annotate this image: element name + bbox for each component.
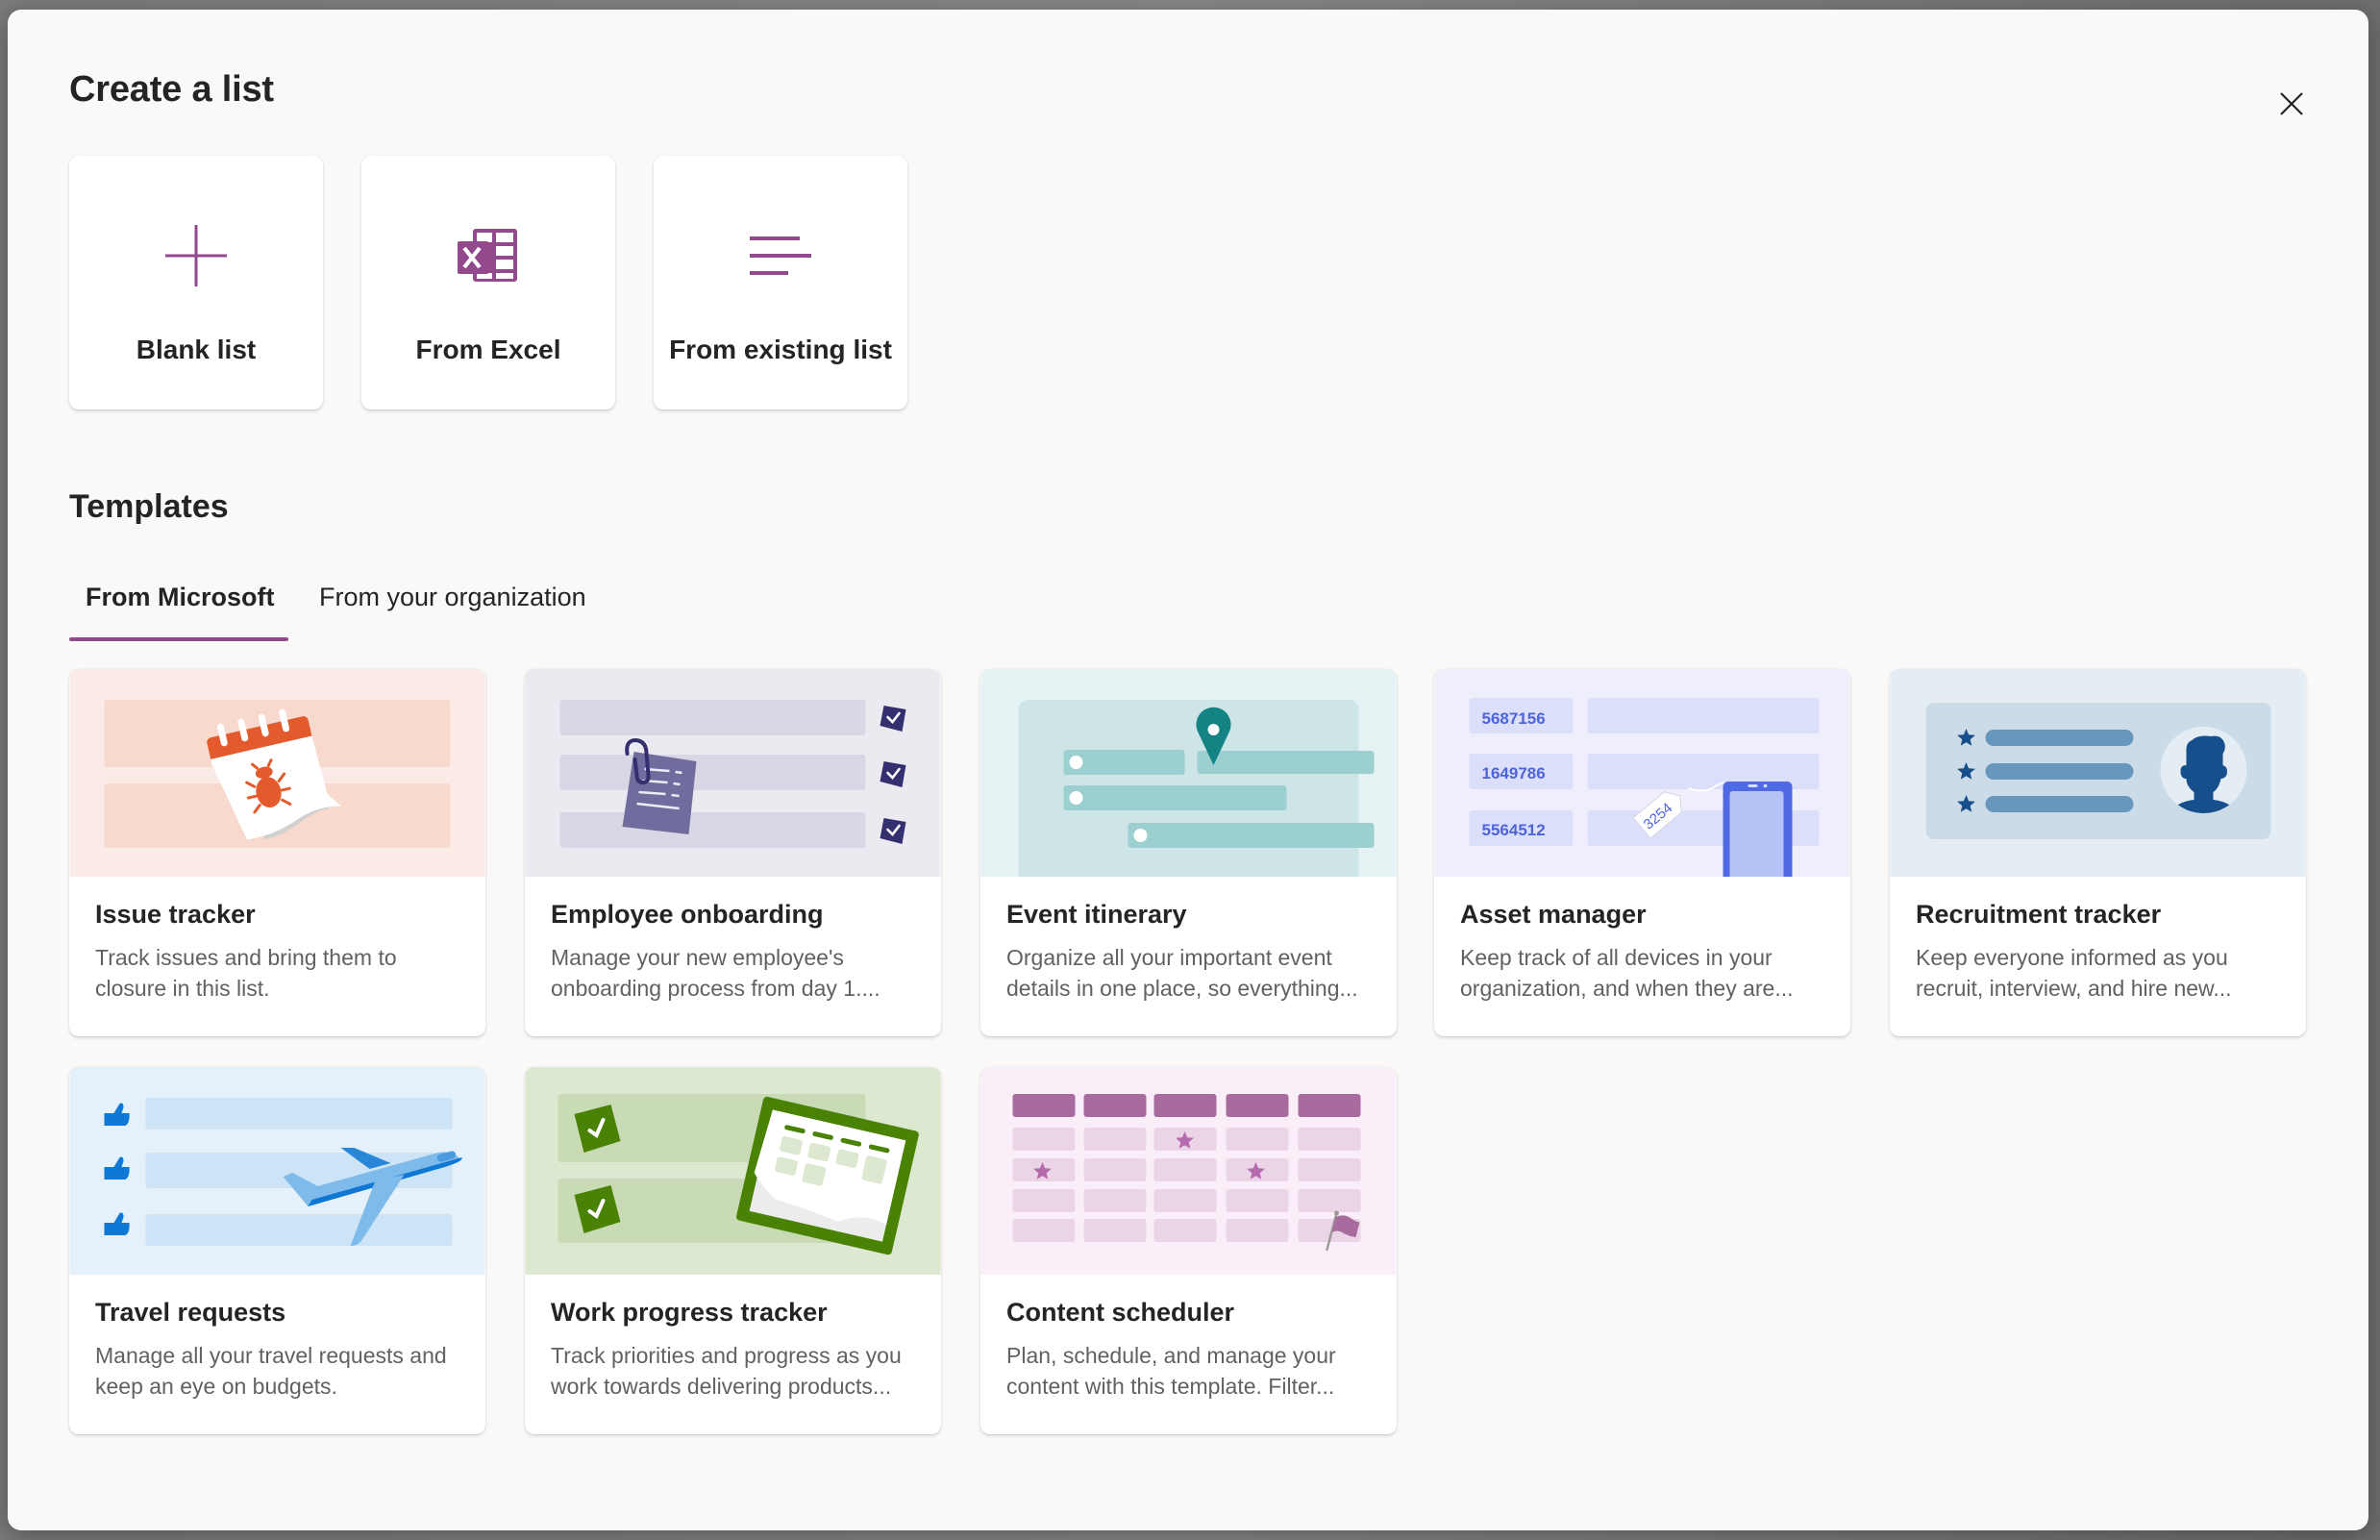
template-title: Work progress tracker xyxy=(551,1298,828,1327)
template-title: Event itinerary xyxy=(1006,900,1187,929)
template-card-travel-requests[interactable]: Travel requests Manage all your travel r… xyxy=(69,1067,485,1434)
template-card-event-itinerary[interactable]: Event itinerary Organize all your import… xyxy=(980,669,1397,1036)
template-description: Manage your new employee's onboarding pr… xyxy=(551,945,880,1001)
person-profile-icon xyxy=(1890,669,2306,877)
plus-icon xyxy=(165,225,227,286)
template-title: Issue tracker xyxy=(95,900,256,929)
asset-number: 5564512 xyxy=(1482,821,1546,839)
asset-number: 5687156 xyxy=(1482,709,1546,728)
template-card-work-progress-tracker[interactable]: Work progress tracker Track priorities a… xyxy=(525,1067,941,1434)
template-description: Organize all your important event detail… xyxy=(1006,945,1358,1001)
template-description: Track issues and bring them to closure i… xyxy=(95,945,397,1001)
template-card-asset-manager[interactable]: 5687156 1649786 5564512 3254 Asset manag… xyxy=(1434,669,1850,1036)
from-excel-label: From Excel xyxy=(415,335,561,364)
clipboard-checklist-icon xyxy=(525,669,941,877)
excel-icon xyxy=(458,229,517,282)
create-list-dialog: Create a list Blank list From Excel From… xyxy=(8,10,2368,1530)
schedule-grid-icon xyxy=(980,1067,1397,1275)
tab-from-your-organization[interactable]: From your organization xyxy=(319,583,586,640)
template-card-employee-onboarding[interactable]: Employee onboarding Manage your new empl… xyxy=(525,669,941,1036)
from-excel-button[interactable]: From Excel xyxy=(361,156,615,410)
template-card-recruitment-tracker[interactable]: Recruitment tracker Keep everyone inform… xyxy=(1890,669,2306,1036)
close-button[interactable] xyxy=(2272,85,2311,123)
asset-number: 1649786 xyxy=(1482,764,1546,782)
template-description: Manage all your travel requests and keep… xyxy=(95,1343,447,1399)
template-card-content-scheduler[interactable]: Content scheduler Plan, schedule, and ma… xyxy=(980,1067,1397,1434)
blank-list-button[interactable]: Blank list xyxy=(69,156,323,410)
template-card-issue-tracker[interactable]: Issue tracker Track issues and bring the… xyxy=(69,669,485,1036)
template-description: Track priorities and progress as you wor… xyxy=(551,1343,902,1399)
tab-from-microsoft[interactable]: From Microsoft xyxy=(86,583,275,640)
templates-heading: Templates xyxy=(69,488,229,525)
template-title: Recruitment tracker xyxy=(1916,900,2162,929)
progress-calendar-icon xyxy=(525,1067,941,1275)
template-description: Keep everyone informed as you recruit, i… xyxy=(1916,945,2232,1001)
template-title: Content scheduler xyxy=(1006,1298,1235,1327)
template-title: Asset manager xyxy=(1460,900,1647,929)
blank-list-label: Blank list xyxy=(136,335,257,364)
template-title: Employee onboarding xyxy=(551,900,824,929)
template-description: Plan, schedule, and manage your content … xyxy=(1006,1343,1336,1399)
dialog-title: Create a list xyxy=(69,69,274,110)
template-title: Travel requests xyxy=(95,1298,286,1327)
from-existing-list-button[interactable]: From existing list xyxy=(654,156,907,410)
template-description: Keep track of all devices in your organi… xyxy=(1460,945,1794,1001)
close-icon xyxy=(2280,92,2303,115)
list-lines-icon xyxy=(750,236,811,275)
device-tag-icon: 5687156 1649786 5564512 3254 xyxy=(1434,669,1850,877)
airplane-icon xyxy=(69,1067,485,1275)
active-tab-indicator xyxy=(69,637,288,641)
bug-calendar-icon xyxy=(69,669,485,877)
from-existing-list-label: From existing list xyxy=(669,335,892,364)
map-pin-icon xyxy=(980,669,1397,877)
